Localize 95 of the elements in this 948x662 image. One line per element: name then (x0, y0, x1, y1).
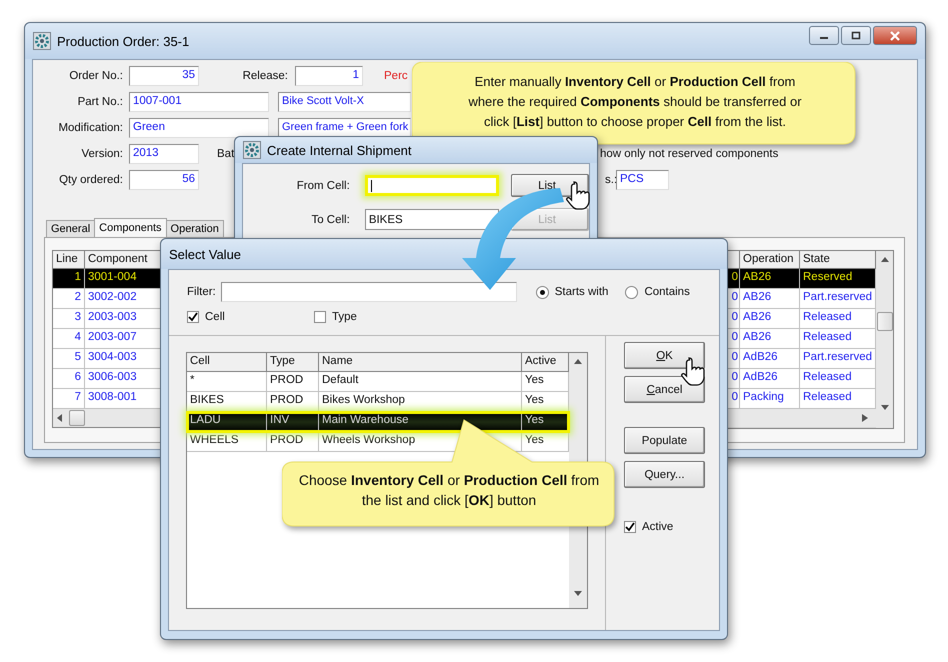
minimize-button[interactable] (809, 26, 839, 45)
window-title: Production Order: 35-1 (57, 34, 190, 48)
column-header: Name (319, 353, 522, 372)
scroll-down-icon[interactable] (574, 591, 582, 596)
input-field[interactable]: 1 (295, 66, 363, 86)
scroll-right-icon[interactable] (862, 414, 868, 422)
checkbox[interactable] (624, 521, 636, 533)
dialog-title: Select Value (169, 246, 242, 262)
scrollbar[interactable] (728, 409, 876, 427)
table-cell: * (187, 372, 267, 392)
tab[interactable]: General (46, 220, 96, 237)
table-row[interactable]: 3 2003-003 (53, 309, 161, 329)
option-label: Type (332, 311, 357, 323)
table-row[interactable]: 1 3001-004 (53, 269, 161, 289)
scrollbar[interactable] (876, 251, 893, 428)
table-row[interactable]: 5 3004-003 (53, 349, 161, 369)
table-cell: LADU (187, 412, 267, 432)
maximize-icon (851, 30, 861, 40)
field-label: Perc (384, 70, 408, 82)
option-label: Active (642, 521, 674, 533)
scroll-up-icon[interactable] (880, 257, 888, 262)
tab[interactable]: Components (94, 218, 167, 237)
input-field[interactable]: PCS (616, 170, 669, 190)
field-label: Modification: (57, 122, 123, 134)
gear-icon (243, 141, 261, 159)
input-field[interactable]: 1007-001 (129, 92, 269, 112)
hand-cursor-icon (681, 356, 707, 388)
field-label: s.: (605, 174, 616, 186)
ok-button[interactable]: OK (624, 342, 705, 369)
table-row[interactable]: 0 AdB26 Released (728, 369, 876, 389)
table-cell: PROD (267, 372, 319, 392)
table-row[interactable]: 0 AdB26 Part.reserved (728, 349, 876, 369)
list-row[interactable]: LADU INV Main Warehouse Yes (187, 412, 569, 432)
radio-button[interactable] (536, 286, 549, 298)
table-row[interactable]: 2 3002-002 (53, 289, 161, 309)
field-label: Order No.: (68, 70, 123, 82)
table-row[interactable]: 0 AB26 Part.reserved (728, 289, 876, 309)
cancel-button[interactable]: Cancel (624, 376, 705, 403)
column-header: Cell (187, 353, 267, 372)
table-cell: INV (267, 412, 319, 432)
input-field[interactable]: 35 (129, 66, 199, 86)
callout-text: Enter manually Inventory Cell or Production Cell from where the required Components should be transferred or click [List] button to choose proper Cell from the list. (467, 73, 803, 131)
table-row[interactable]: 0 AB26 Released (728, 329, 876, 349)
option-label: Starts with (554, 286, 608, 298)
scroll-thumb[interactable] (69, 410, 85, 426)
filter-field[interactable] (220, 282, 517, 302)
input-field[interactable] (364, 175, 500, 196)
close-button[interactable] (873, 26, 917, 45)
input-field[interactable]: Green (129, 118, 269, 138)
field-label: Bat (217, 148, 236, 160)
hand-cursor-icon (566, 180, 592, 212)
scroll-thumb[interactable] (876, 312, 892, 331)
table-row[interactable]: 0 AB26 Released (728, 309, 876, 329)
field-label: Part No.: (76, 96, 123, 108)
table-cell: Default (319, 372, 522, 392)
query-button[interactable]: Query... (624, 461, 705, 488)
table-cell: Yes (522, 412, 569, 432)
list-row[interactable]: * PROD Default Yes (187, 372, 569, 392)
radio-button[interactable] (625, 286, 638, 298)
table-row[interactable]: 6 3006-003 (53, 369, 161, 389)
scroll-up-icon[interactable] (574, 359, 582, 364)
table-row[interactable]: 4 2003-007 (53, 329, 161, 349)
populate-button[interactable]: Populate (624, 427, 705, 454)
dialog-title: Create Internal Shipment (267, 142, 412, 158)
field-label: Qty ordered: (58, 174, 123, 186)
scroll-down-icon[interactable] (880, 405, 888, 410)
table-row[interactable]: 0 Packing Released (728, 389, 876, 409)
scroll-left-icon[interactable] (57, 414, 63, 422)
input-field[interactable]: BIKES (364, 209, 500, 230)
close-icon (890, 30, 900, 40)
callout-text: Choose Inventory Cell or Production Cell from the list and click [OK] button (298, 471, 600, 510)
maximize-button[interactable] (841, 26, 871, 45)
option-label: how only not reserved components (600, 148, 780, 160)
scrollbar[interactable] (53, 409, 161, 427)
table-row[interactable]: 0 AB26 Reserved (728, 269, 876, 289)
option-label: Contains (644, 286, 690, 298)
minimize-icon (820, 37, 828, 39)
input-field[interactable]: 2013 (129, 144, 199, 164)
field-label: Filter: (187, 286, 216, 298)
description-field[interactable]: Bike Scott Volt-X (278, 92, 411, 112)
option-label: Cell (205, 311, 225, 323)
input-field[interactable]: 56 (129, 170, 199, 190)
column-header: Type (267, 353, 319, 372)
field-label: From Cell: (296, 180, 350, 192)
description-field[interactable]: Green frame + Green fork (278, 118, 411, 138)
checkbox[interactable] (314, 311, 326, 323)
checkbox[interactable] (187, 311, 199, 323)
table-cell: PROD (267, 432, 319, 452)
gear-icon (33, 32, 51, 50)
table-cell: WHEELS (187, 432, 267, 452)
table-row[interactable]: 7 3008-001 (53, 389, 161, 409)
field-label: To Cell: (310, 214, 350, 226)
field-label: Release: (242, 70, 288, 82)
tab[interactable]: Operation (166, 220, 224, 237)
field-label: Version: (80, 148, 123, 160)
